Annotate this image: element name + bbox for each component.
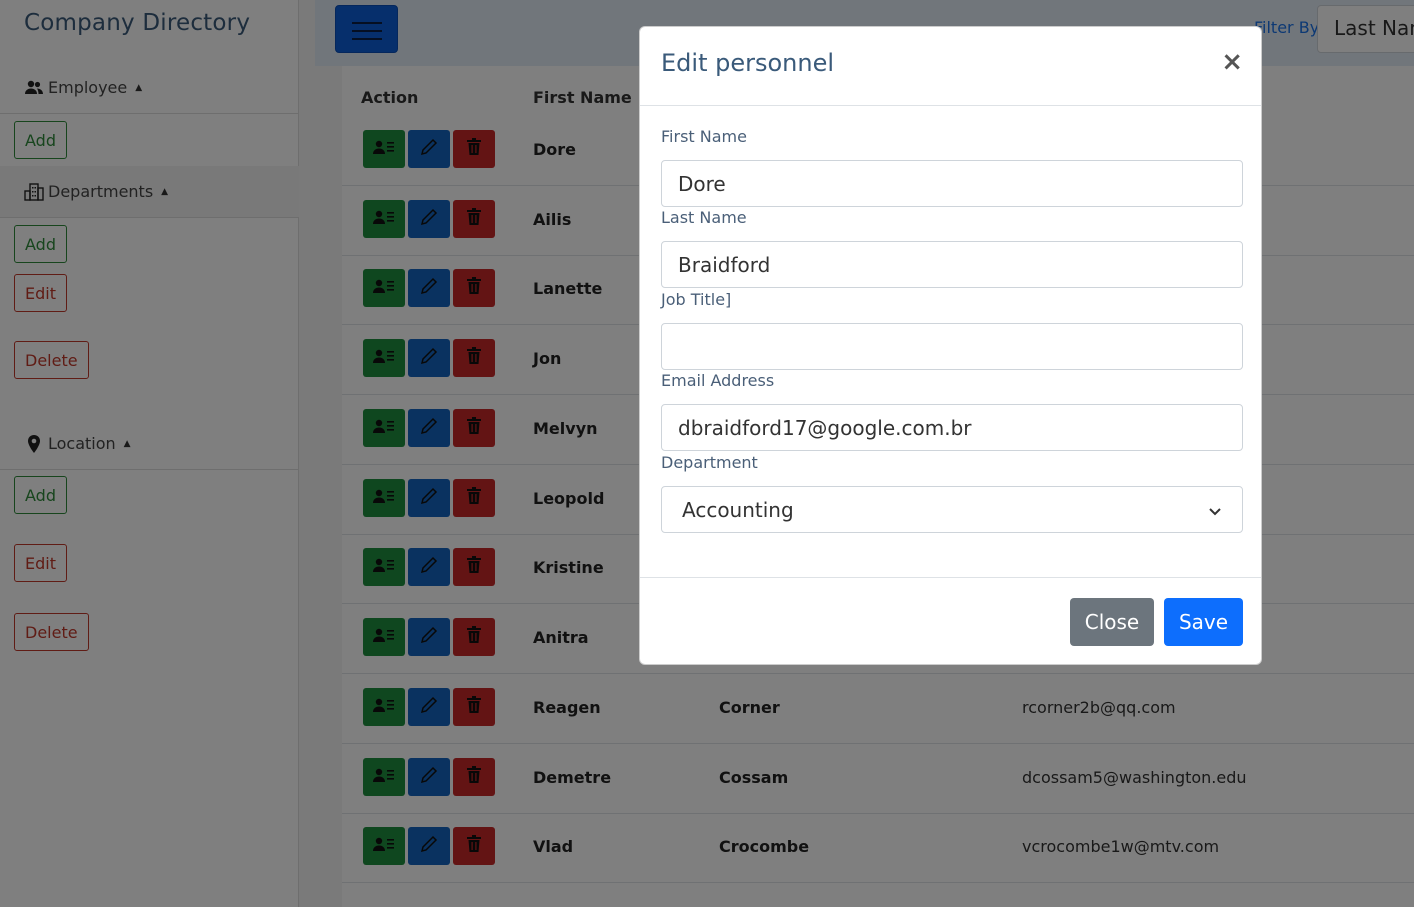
chevron-down-icon — [1208, 498, 1222, 522]
edit-personnel-modal: Edit personnel × First Name Last Name Jo… — [639, 26, 1262, 665]
first-name-label: First Name — [661, 127, 747, 146]
modal-header: Edit personnel × — [640, 27, 1261, 106]
modal-footer: Close Save — [640, 577, 1261, 666]
close-icon[interactable]: × — [1221, 49, 1243, 75]
email-input[interactable] — [661, 404, 1243, 451]
first-name-input[interactable] — [661, 160, 1243, 207]
department-select-value: Accounting — [682, 497, 794, 522]
last-name-input[interactable] — [661, 241, 1243, 288]
save-button[interactable]: Save — [1164, 598, 1243, 646]
department-select[interactable]: Accounting — [661, 486, 1243, 533]
email-label: Email Address — [661, 371, 775, 390]
job-title-label: Job Title] — [661, 290, 732, 309]
job-title-input[interactable] — [661, 323, 1243, 370]
department-label: Department — [661, 453, 758, 472]
close-button[interactable]: Close — [1070, 598, 1154, 646]
modal-title: Edit personnel — [661, 49, 835, 77]
last-name-label: Last Name — [661, 208, 747, 227]
